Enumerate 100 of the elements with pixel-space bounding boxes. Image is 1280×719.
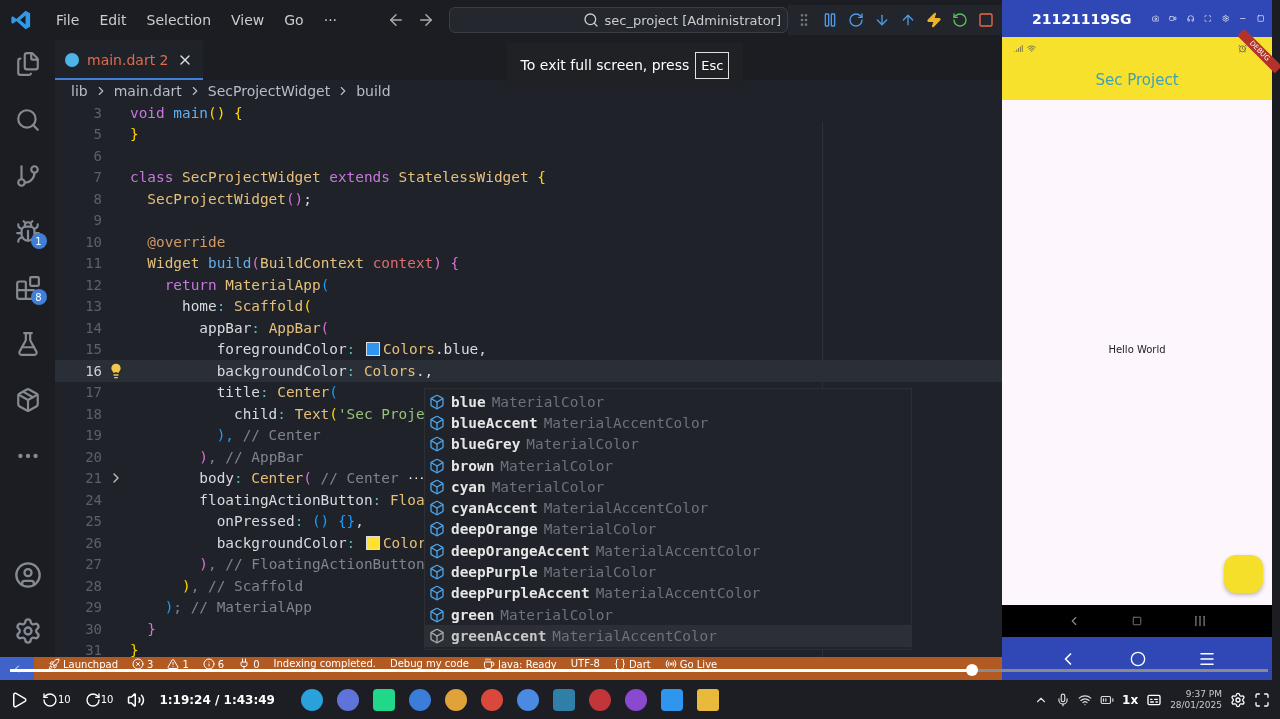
pause-icon[interactable] [822, 12, 838, 28]
line-number: 14 [84, 319, 102, 336]
recents-icon[interactable] [1192, 614, 1207, 628]
file-icon [65, 52, 79, 67]
status-item[interactable]: Debug my code [389, 657, 469, 669]
play-icon[interactable] [10, 690, 28, 709]
taskbar-app-icon[interactable] [372, 688, 395, 711]
status-item[interactable]: 3 [132, 657, 154, 670]
status-item[interactable]: Indexing completed. [273, 657, 376, 669]
clock: 9:37 PM 28/01/2025 [1170, 688, 1222, 711]
forward-icon[interactable] [417, 11, 435, 29]
lightning-icon[interactable] [926, 12, 942, 28]
line-number: 19 [84, 427, 102, 444]
progress-track[interactable] [10, 669, 1268, 672]
volume-icon[interactable] [127, 690, 146, 709]
suggestion-item[interactable]: green MaterialColor [425, 603, 911, 626]
status-item[interactable]: Go Live [664, 657, 718, 670]
line-number: 6 [92, 147, 102, 164]
warning-icon [167, 658, 180, 670]
editor-tab[interactable]: main.dart 2 [55, 40, 203, 80]
breadcrumb-item[interactable]: main.dart [113, 83, 182, 99]
wifi-icon[interactable] [1078, 692, 1093, 707]
suggestion-item[interactable]: cyanAccent MaterialAccentColor [425, 497, 911, 519]
taskbar-app-icon[interactable] [336, 688, 359, 711]
suggestion-item[interactable]: brown MaterialColor [425, 454, 911, 477]
menu-item[interactable]: View [221, 12, 275, 28]
code-line: body: Center( // Center ··· [198, 470, 425, 487]
line-number: 20 [84, 448, 102, 465]
taskbar-app-icon[interactable] [444, 688, 467, 711]
cube-icon [429, 521, 445, 538]
menu-item[interactable]: ··· [313, 12, 348, 28]
line-number: 21 [84, 470, 102, 487]
code-line: ), // AppBar [198, 448, 304, 465]
menu-item[interactable]: Go [274, 12, 314, 28]
taskbar-app-icon[interactable] [516, 688, 539, 711]
mic-icon[interactable] [1056, 692, 1071, 707]
step-into-icon[interactable] [874, 12, 890, 28]
search-field[interactable]: sec_project [Administrator] [448, 7, 788, 33]
taskbar-app-icon[interactable] [552, 688, 575, 711]
menu-item[interactable]: Selection [136, 12, 222, 28]
line-number: 28 [84, 577, 102, 594]
playback-time: 1:19:24 / 1:43:49 [159, 692, 275, 707]
menu-item[interactable]: Edit [89, 12, 137, 28]
braces-icon [613, 658, 626, 670]
badge: 8 [30, 289, 47, 305]
breadcrumb-item[interactable]: lib [71, 83, 88, 99]
suggestion-item[interactable]: blueAccent MaterialAccentColor [425, 412, 911, 434]
settings-icon[interactable] [1230, 691, 1246, 708]
app-logo-icon [10, 9, 32, 31]
step-over-icon[interactable] [848, 12, 864, 28]
suggestion-item[interactable]: deepPurpleAccent MaterialAccentColor [425, 582, 911, 604]
suggestion-item[interactable]: deepOrangeAccent MaterialAccentColor [425, 540, 911, 562]
breadcrumb-item[interactable]: SecProjectWidget [207, 83, 331, 99]
info-icon [202, 658, 215, 670]
broadcast-icon [664, 658, 677, 670]
taskbar-app-icon[interactable] [480, 688, 503, 711]
fullscreen-icon[interactable] [1254, 691, 1270, 708]
status-item[interactable]: UTF-8 [570, 657, 600, 669]
line-number: 18 [84, 405, 102, 422]
hello-text: Hello World [1108, 344, 1166, 355]
line-number: 24 [84, 491, 102, 508]
code-line: SecProjectWidget(); [146, 190, 312, 207]
rocket-icon [48, 658, 60, 670]
line-number: 15 [84, 341, 102, 358]
suggestion-item[interactable]: blueGrey MaterialColor [425, 433, 911, 455]
restart-icon[interactable] [952, 12, 968, 28]
rewind-button[interactable]: 10 [42, 691, 71, 708]
menu-item[interactable]: File [45, 12, 90, 28]
taskbar-app-icon[interactable] [696, 688, 719, 711]
suggestion-item[interactable]: deepOrange MaterialColor [425, 518, 911, 541]
code-line: return MaterialApp( [163, 276, 330, 293]
status-item[interactable]: Dart [613, 657, 651, 670]
speed-button[interactable]: 1x [1122, 692, 1139, 707]
status-item[interactable]: 1 [167, 657, 189, 670]
status-item[interactable]: 0 [238, 657, 260, 670]
breadcrumb-item[interactable]: build [356, 83, 391, 99]
cup-icon [483, 658, 495, 670]
lightbulb-icon[interactable] [108, 362, 124, 379]
forward-button[interactable]: 10 [84, 691, 114, 708]
taskbar-app-icon[interactable] [660, 688, 683, 711]
suggestion-item[interactable]: deepPurple MaterialColor [425, 561, 911, 583]
line-number: 29 [84, 599, 102, 616]
line-number: 17 [84, 384, 102, 401]
code-line: } [130, 126, 139, 143]
status-item[interactable]: 6 [202, 657, 225, 670]
taskbar-app-icon[interactable] [408, 688, 431, 711]
line-number: 5 [92, 126, 102, 143]
back-icon[interactable] [387, 11, 405, 29]
suggestion-item[interactable]: blue MaterialColor [425, 391, 911, 413]
cube-icon [429, 500, 445, 517]
code-line: class SecProjectWidget extends StatelessWidget { [130, 169, 546, 186]
suggestion-item[interactable]: cyan MaterialColor [425, 476, 911, 498]
code-line: @override [146, 233, 226, 250]
taskbar-app-icon[interactable] [300, 688, 323, 711]
suggestion-item[interactable]: greenAccent MaterialAccentColor [425, 625, 911, 647]
status-item[interactable]: Launchpad [48, 657, 119, 670]
cube-icon [429, 585, 445, 602]
status-item[interactable]: Java: Ready [483, 657, 557, 670]
stop-icon[interactable] [978, 12, 994, 28]
step-out-icon[interactable] [900, 12, 916, 28]
